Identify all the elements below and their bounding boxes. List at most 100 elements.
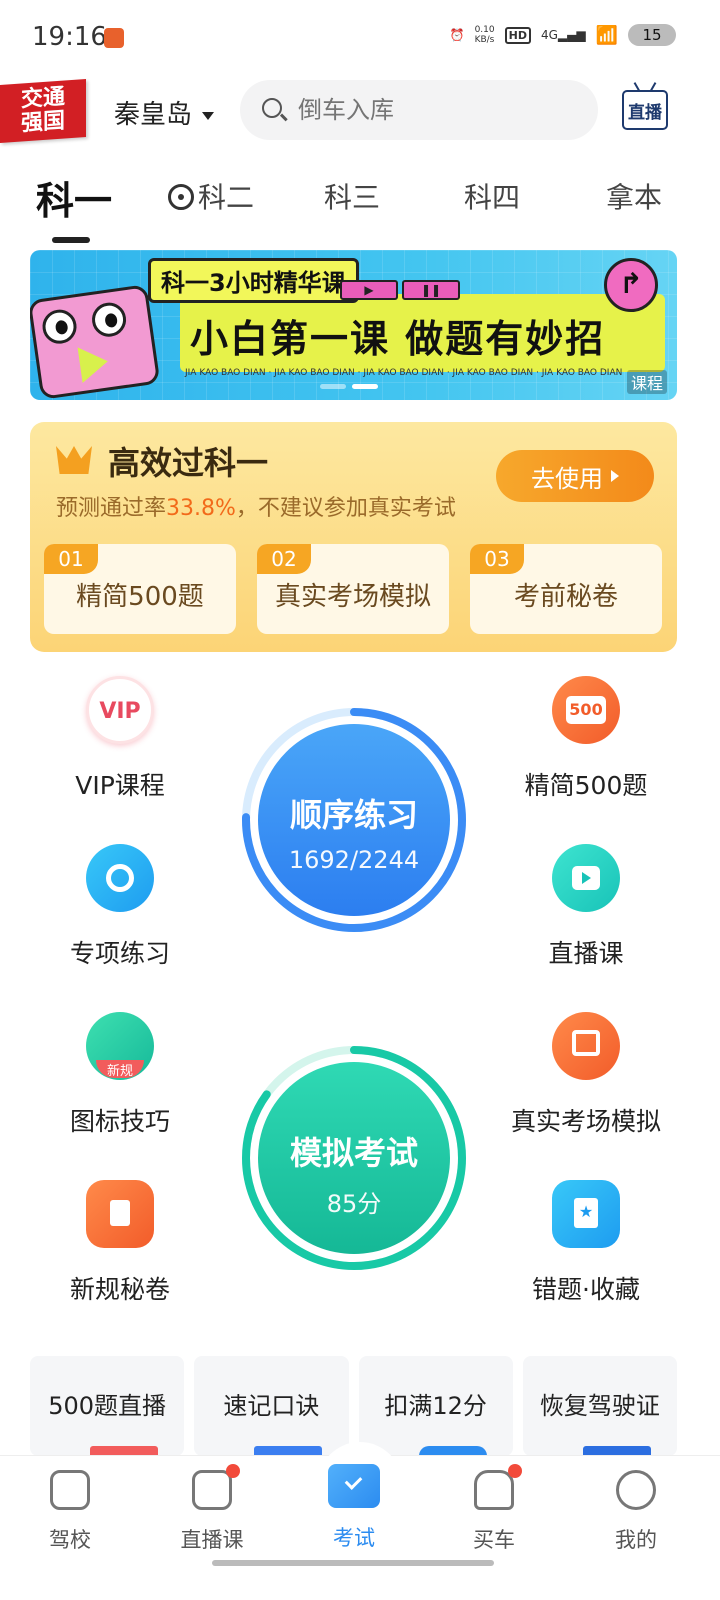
school-icon bbox=[50, 1470, 90, 1510]
chip-number: 02 bbox=[257, 544, 311, 574]
chip-label: 考前秘卷 bbox=[513, 582, 618, 612]
mistakes-favorites-label: 错题·收藏 bbox=[532, 1275, 640, 1304]
shortcut-label: 速记口诀 bbox=[223, 1392, 320, 1420]
tab-subject-2-label: 科二 bbox=[198, 181, 255, 214]
real-exam-sim-label: 真实考场模拟 bbox=[510, 1107, 661, 1136]
nav-label: 买车 bbox=[473, 1528, 515, 1552]
vip-chip-secret-paper[interactable]: 03 考前秘卷 bbox=[470, 544, 662, 634]
pass-rate-prefix: 预测通过率 bbox=[56, 496, 167, 521]
nav-label: 直播课 bbox=[180, 1528, 244, 1552]
exam-title: 模拟考试 bbox=[289, 1134, 418, 1172]
sign-tips-label: 图标技巧 bbox=[69, 1107, 170, 1136]
shortcut-label: 恢复驾驶证 bbox=[539, 1392, 660, 1420]
video-camera-icon bbox=[552, 844, 620, 912]
promo-banner[interactable]: 科一3小时精华课 ▶ ❚❚ ↱ 小白第一课 做题有妙招 JIA KAO BAO D… bbox=[30, 250, 677, 400]
live-tv-button[interactable]: 直播 bbox=[622, 90, 668, 130]
shortcut-cards: 500题直播 速记口诀 扣满12分 恢复驾驶证 bbox=[30, 1356, 677, 1456]
practice-progress: 1692/2244 bbox=[288, 846, 420, 874]
mascot-eye-right bbox=[89, 300, 129, 339]
nav-profile[interactable]: 我的 bbox=[586, 1470, 686, 1554]
search-icon bbox=[262, 98, 282, 118]
video-mascot-icon bbox=[30, 284, 161, 400]
header: 交通 强国 秦皇岛 直播 bbox=[0, 76, 720, 146]
vip-pass-card[interactable]: 高效过科一 预测通过率33.8%，不建议参加真实考试 去使用 01 精简500题 … bbox=[30, 422, 677, 652]
mascot-eye-left bbox=[40, 307, 79, 346]
target-icon bbox=[86, 844, 154, 912]
special-practice-entry[interactable]: 专项练习 bbox=[40, 844, 200, 970]
chip-label: 真实考场模拟 bbox=[274, 582, 431, 612]
nav-label: 我的 bbox=[615, 1528, 657, 1552]
use-now-button[interactable]: 去使用 bbox=[496, 450, 654, 502]
practice-core: 顺序练习 1692/2244 bbox=[258, 724, 450, 916]
exam-score: 85分 bbox=[326, 1190, 382, 1218]
clipboard-check-icon bbox=[86, 1180, 154, 1248]
tab-subject-2[interactable]: 科二 bbox=[168, 176, 254, 216]
live-course-label: 直播课 bbox=[548, 939, 624, 968]
chip-number: 03 bbox=[470, 544, 524, 574]
subject-tabs: 科一 科二 科三 科四 拿本 bbox=[0, 160, 720, 243]
shortcut-500-live[interactable]: 500题直播 bbox=[30, 1356, 185, 1456]
banner-corner-label: 课程 bbox=[626, 370, 667, 394]
nav-buy-car[interactable]: 买车 bbox=[444, 1464, 544, 1554]
banner-tag: 科一3小时精华课 bbox=[148, 258, 359, 303]
exam-core: 模拟考试 85分 bbox=[258, 1062, 450, 1254]
crown-icon bbox=[56, 446, 92, 474]
mock-exam-button[interactable]: 模拟考试 85分 bbox=[240, 1044, 468, 1272]
clipboard-inner bbox=[110, 1200, 130, 1226]
pass-rate-text: 预测通过率33.8%，不建议参加真实考试 bbox=[56, 490, 456, 522]
nav-label: 考试 bbox=[333, 1526, 375, 1550]
shortcut-label: 500题直播 bbox=[48, 1392, 167, 1420]
carousel-dot bbox=[320, 384, 346, 389]
sequential-practice-button[interactable]: 顺序练习 1692/2244 bbox=[240, 706, 468, 934]
question-bank-500-icon: 500 bbox=[552, 676, 620, 744]
play-icon bbox=[77, 343, 111, 383]
sign-tips-entry[interactable]: 新规 图标技巧 bbox=[40, 1012, 200, 1138]
vip-course-entry[interactable]: VIP课程 bbox=[40, 676, 200, 802]
vip-icon bbox=[86, 676, 154, 744]
caret-down-icon bbox=[202, 111, 215, 120]
status-bar: 19:16 ⏰ 0.10 KB/s HD 4G▂▄▆ 📶 15 bbox=[0, 0, 720, 76]
real-exam-sim-entry[interactable]: 真实考场模拟 bbox=[506, 1012, 666, 1138]
search-bar[interactable] bbox=[240, 80, 598, 140]
steering-wheel-icon bbox=[168, 184, 194, 210]
tab-subject-4[interactable]: 科四 bbox=[464, 176, 520, 216]
shortcut-restore-license[interactable]: 恢复驾驶证 bbox=[522, 1356, 677, 1456]
vip-chip-500[interactable]: 01 精简500题 bbox=[44, 544, 236, 634]
vip-chip-exam-sim[interactable]: 02 真实考场模拟 bbox=[257, 544, 449, 634]
app-logo[interactable]: 交通 强国 bbox=[0, 78, 86, 144]
alarm-icon: ⏰ bbox=[449, 28, 465, 42]
pass-rate-suffix: ，不建议参加真实考试 bbox=[235, 496, 456, 521]
search-input[interactable] bbox=[298, 94, 578, 126]
bottom-nav: 驾校 直播课 考试 买车 我的 bbox=[0, 1442, 720, 1565]
nav-live-course[interactable]: 直播课 bbox=[162, 1464, 262, 1554]
live-course-entry[interactable]: 直播课 bbox=[506, 844, 666, 970]
nav-label: 驾校 bbox=[49, 1528, 91, 1552]
chip-label: 精简500题 bbox=[76, 582, 204, 612]
new-rule-paper-entry[interactable]: 新规秘卷 bbox=[40, 1180, 200, 1306]
nav-driving-school[interactable]: 驾校 bbox=[20, 1470, 120, 1554]
turn-arrow-icon: ↱ bbox=[604, 258, 658, 312]
shortcut-12-points[interactable]: 扣满12分 bbox=[358, 1356, 513, 1456]
tab-subject-1[interactable]: 科一 bbox=[36, 170, 112, 243]
car-icon bbox=[474, 1470, 514, 1510]
hd-icon: HD bbox=[504, 26, 531, 44]
mistakes-favorites-entry[interactable]: ★ 错题·收藏 bbox=[506, 1180, 666, 1306]
clock: 19:16 bbox=[32, 22, 107, 52]
tab-subject-3[interactable]: 科三 bbox=[324, 176, 380, 216]
shortcut-mnemonics[interactable]: 速记口诀 bbox=[194, 1356, 349, 1456]
badge-500: 500 bbox=[566, 696, 606, 724]
wifi-icon: 📶 bbox=[595, 24, 618, 46]
banner-headline: 小白第一课 做题有妙招 bbox=[190, 317, 606, 361]
new-rule-paper-label: 新规秘卷 bbox=[69, 1275, 170, 1304]
city-selector[interactable]: 秦皇岛 bbox=[114, 94, 215, 131]
banner-marquee: JIA KAO BAO DIAN · JIA KAO BAO DIAN · JI… bbox=[185, 368, 623, 378]
chip-number: 01 bbox=[44, 544, 98, 574]
play-control-icon: ▶ bbox=[340, 280, 398, 300]
play-inner bbox=[572, 866, 600, 890]
nav-exam[interactable]: 考试 bbox=[304, 1464, 404, 1552]
media-controls: ▶ ❚❚ bbox=[340, 280, 460, 300]
tab-get-license[interactable]: 拿本 bbox=[606, 176, 662, 216]
network-speed: 0.10 KB/s bbox=[474, 25, 495, 45]
headlight-sign-icon: 新规 bbox=[86, 1012, 154, 1080]
simplified-500-entry[interactable]: 500 精简500题 bbox=[506, 676, 666, 802]
